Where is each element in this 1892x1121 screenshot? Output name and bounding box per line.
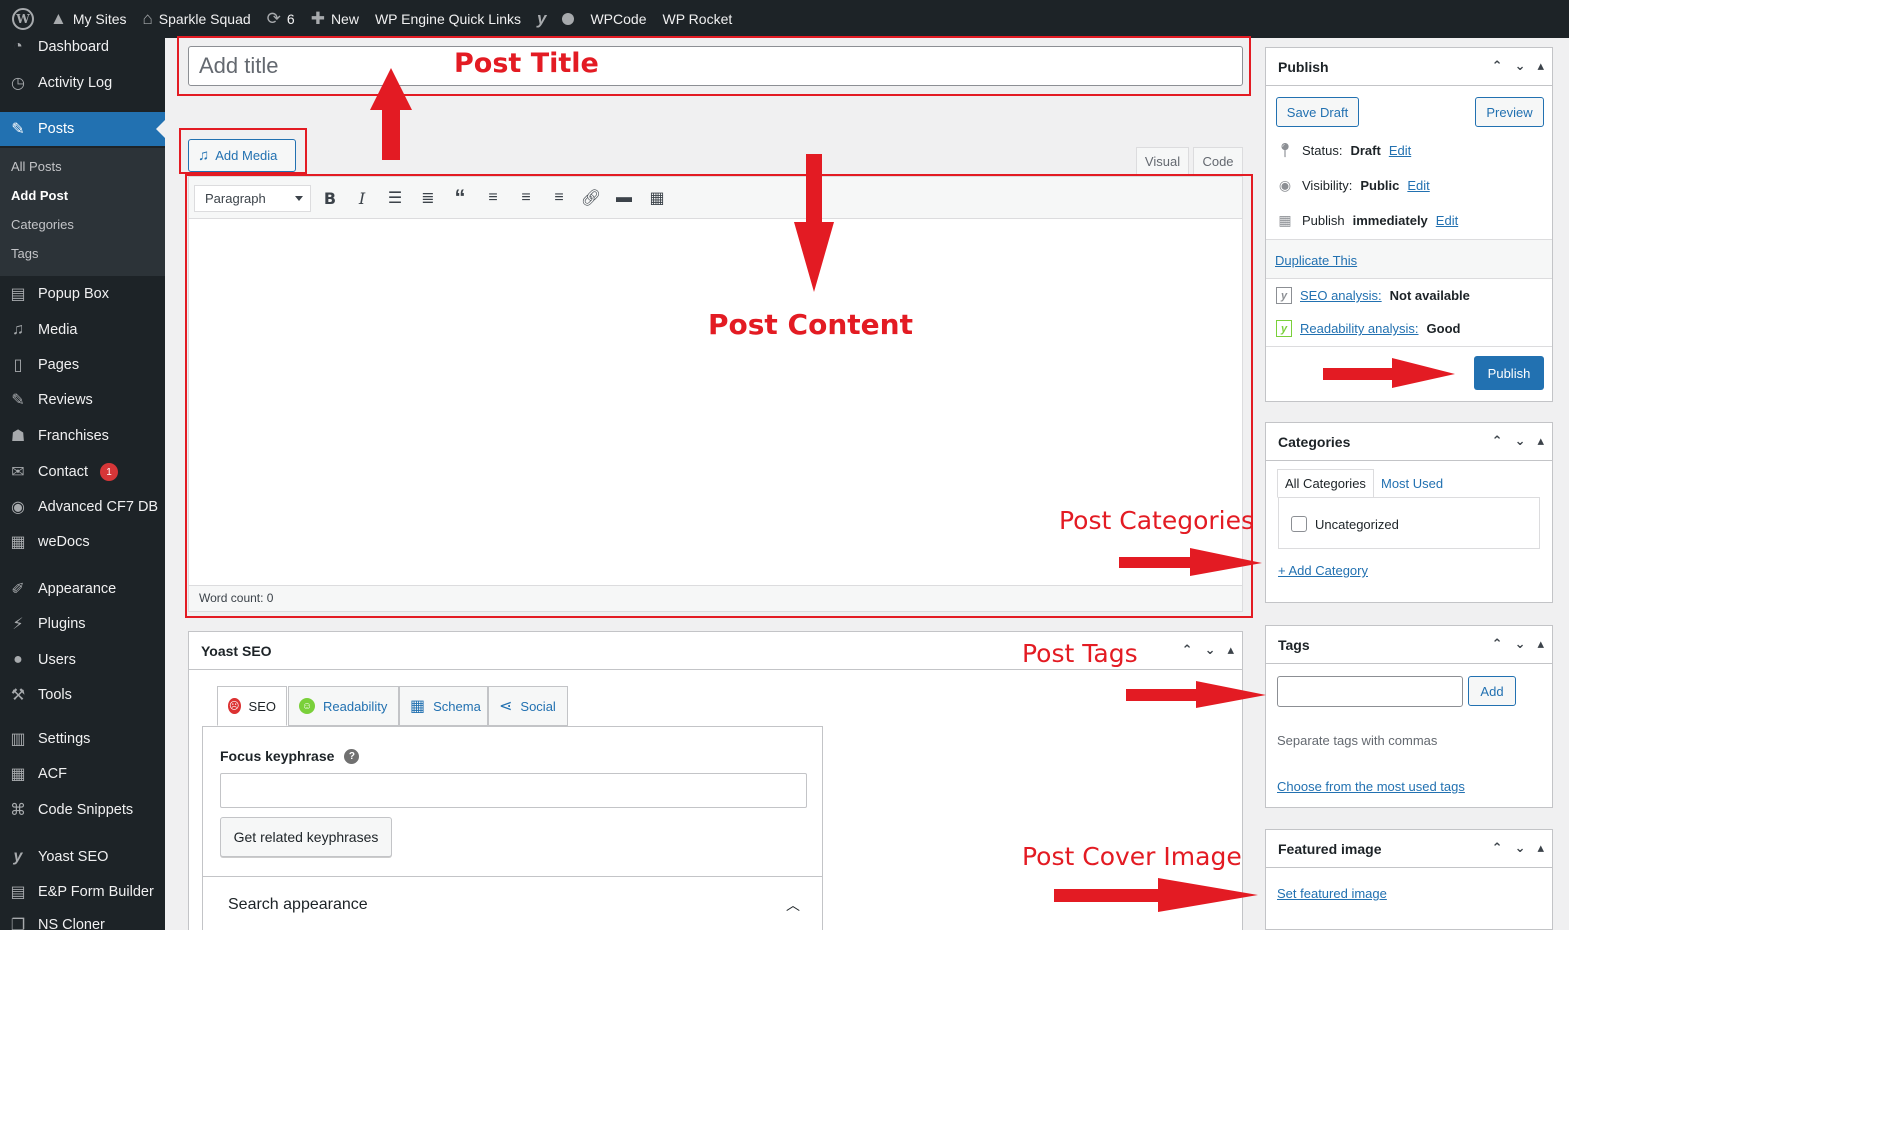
arrow-up-title — [370, 68, 412, 160]
arrow-right-tags — [1126, 681, 1266, 708]
arrow-right-categories — [1119, 548, 1262, 576]
arrow-down-content — [794, 154, 834, 292]
arrow-right-publish — [1323, 358, 1455, 388]
screenshot: W ▲ My Sites ⌂ Sparkle Squad ⟳ 6 ✚ New WP En… — [0, 0, 1569, 930]
annotation-arrows — [370, 68, 1455, 912]
arrow-right-featured — [1054, 878, 1258, 912]
